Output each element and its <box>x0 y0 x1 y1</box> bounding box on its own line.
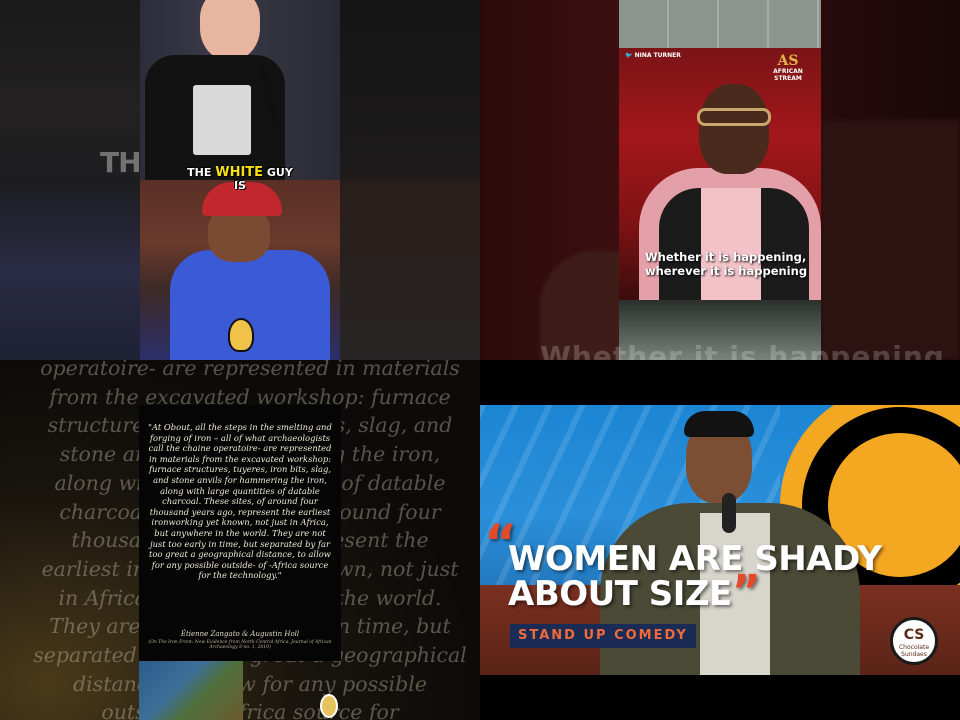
money-strip-top <box>619 0 821 48</box>
thumbnail-title: “ WOMEN ARE SHADY ABOUT SIZE” <box>484 514 882 617</box>
blouse <box>701 188 761 308</box>
speaker-face <box>699 84 769 174</box>
speaker-body <box>639 168 821 308</box>
comedian-hair <box>684 411 754 437</box>
blurred-side-right <box>340 0 480 360</box>
caption-highlight: WHITE <box>215 165 264 180</box>
cartoon-sticker-icon <box>228 318 254 352</box>
twitter-credit: 🐦 NINA TURNER <box>625 52 681 59</box>
avatar-icon <box>320 694 338 718</box>
shirt-print <box>193 85 251 155</box>
satellite-map-image <box>139 661 243 720</box>
chocolate-sundaes-logo: CS Chocolate Sundaes <box>890 617 938 665</box>
comedian-panel-top <box>140 0 340 185</box>
open-quote-mark: “ <box>484 514 517 572</box>
thumbnail-iron-quote[interactable]: operatoire- are represented in materials… <box>0 360 480 720</box>
quote-author: Étienne Zangato & Augustin Holl <box>180 630 300 638</box>
quote-source: (On The Iron Front: New Evidence from No… <box>148 640 332 650</box>
microphone-icon <box>722 493 736 533</box>
comedian-head <box>200 0 260 60</box>
category-badge: STAND UP COMEDY <box>510 624 696 648</box>
blurred-caption: Whether it is happening <box>540 340 945 360</box>
close-quote-mark: ” <box>731 566 761 617</box>
blurred-figure <box>820 120 960 360</box>
quote-text: "At Obout, all the steps in the smelting… <box>148 422 332 581</box>
blurred-side-left <box>0 0 140 360</box>
african-stream-logo: AS AFRICAN STREAM <box>773 53 803 82</box>
video-caption: Whether it is happening, wherever it is … <box>645 250 808 278</box>
comedy-thumbnail-image: “ WOMEN ARE SHADY ABOUT SIZE” STAND UP C… <box>480 405 960 675</box>
thumbnail-white-guy-comedy[interactable]: THE WHITE GUY THE WHITE GUY IS <box>0 0 480 360</box>
glasses <box>697 108 771 126</box>
thumbnail-stand-up-comedy[interactable]: “ WOMEN ARE SHADY ABOUT SIZE” STAND UP C… <box>480 360 960 720</box>
video-caption: THE WHITE GUY IS <box>187 165 293 192</box>
thumbnail-nina-turner[interactable]: 🐦 NINA TURNER AS AFRICAN STREAM Whether … <box>480 0 960 360</box>
